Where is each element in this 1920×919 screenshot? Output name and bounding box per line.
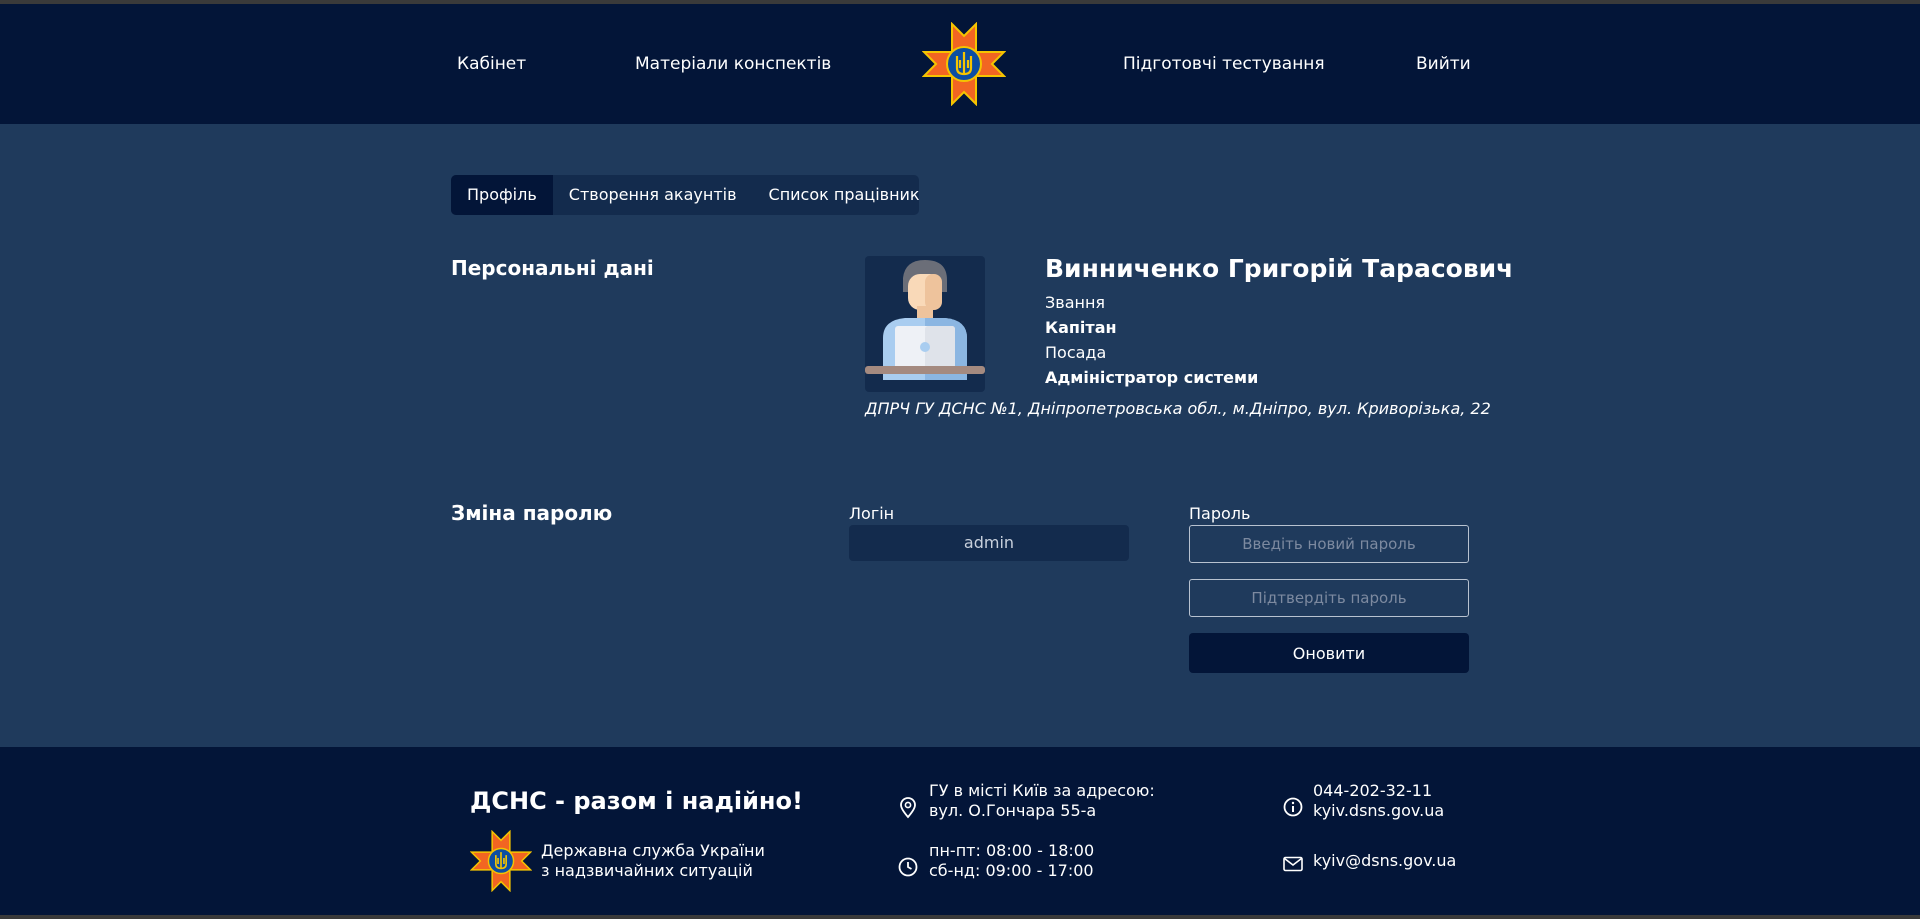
person-name: Винниченко Григорій Тарасович	[1045, 254, 1514, 283]
update-password-button[interactable]: Оновити	[1189, 633, 1469, 673]
position-value: Адміністратор системи	[1045, 368, 1259, 387]
window-bottom-border	[0, 915, 1920, 919]
new-password-input[interactable]	[1189, 525, 1469, 563]
footer-slogan: ДСНС - разом і надійно!	[470, 787, 803, 815]
footer-org-line1: Державна служба України	[541, 841, 765, 860]
tab-create-accounts[interactable]: Створення акаунтів	[553, 175, 753, 215]
clock-icon	[898, 857, 918, 881]
confirm-password-input[interactable]	[1189, 579, 1469, 617]
footer-email-link[interactable]: kyiv@dsns.gov.ua	[1313, 851, 1456, 871]
location-pin-icon	[898, 797, 918, 823]
footer-website-link[interactable]: kyiv.dsns.gov.ua	[1313, 801, 1444, 821]
login-field: admin	[849, 525, 1129, 561]
user-avatar-icon	[865, 260, 985, 380]
password-change-title: Зміна паролю	[451, 501, 613, 525]
footer-hours-weekdays: пн-пт: 08:00 - 18:00	[929, 841, 1095, 860]
nav-testing[interactable]: Підготовчі тестування	[1123, 54, 1325, 74]
personal-data-title: Персональні дані	[451, 256, 654, 280]
envelope-icon	[1283, 856, 1303, 876]
footer-org-line2: з надзвичайних ситуацій	[541, 861, 753, 880]
rank-value: Капітан	[1045, 318, 1117, 337]
login-label: Логін	[849, 504, 895, 523]
position-label: Посада	[1045, 343, 1107, 362]
site-header: Кабінет Матеріали конспектів Підготовчі …	[0, 4, 1920, 124]
nav-cabinet[interactable]: Кабінет	[457, 54, 526, 74]
avatar	[865, 256, 985, 392]
tab-profile[interactable]: Профіль	[451, 175, 553, 215]
site-footer: ДСНС - разом і надійно! Державна служба …	[0, 747, 1920, 915]
unit-address: ДПРЧ ГУ ДСНС №1, Дніпропетровська обл., …	[865, 399, 1491, 418]
nav-logout[interactable]: Вийти	[1416, 54, 1471, 74]
profile-tabs: Профіль Створення акаунтів Список праців…	[451, 175, 919, 215]
footer-hours-weekend: сб-нд: 09:00 - 17:00	[929, 861, 1094, 880]
tab-employee-list[interactable]: Список працівників	[753, 175, 919, 215]
footer-phone[interactable]: 044-202-32-11	[1313, 781, 1432, 801]
footer-address-line1: ГУ в місті Київ за адресою:	[929, 781, 1155, 800]
rank-label: Звання	[1045, 293, 1106, 312]
password-label: Пароль	[1189, 504, 1251, 523]
info-icon	[1283, 797, 1303, 821]
dsns-emblem-icon[interactable]	[921, 21, 1007, 110]
footer-address-line2: вул. О.Гончара 55-а	[929, 801, 1097, 820]
dsns-emblem-icon	[469, 829, 533, 896]
nav-materials[interactable]: Матеріали конспектів	[635, 54, 831, 74]
